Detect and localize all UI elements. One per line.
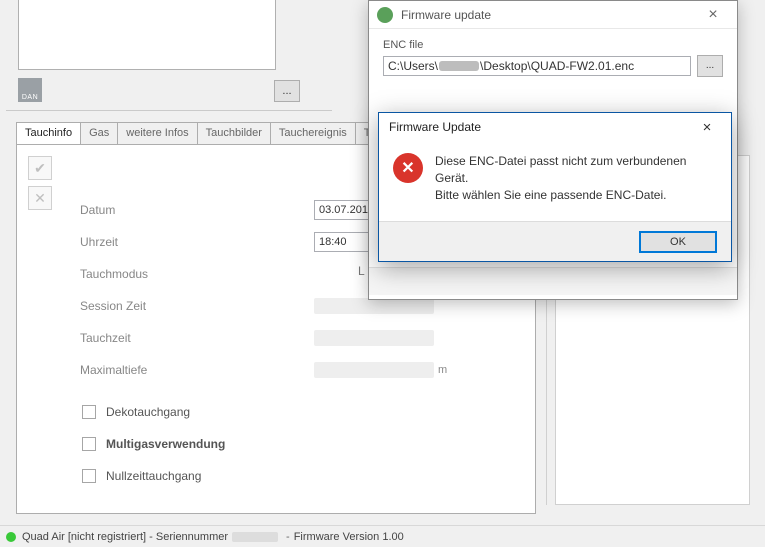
enc-file-browse-button[interactable]: ...	[697, 55, 723, 77]
checkbox-label-nullzeittauchgang: Nullzeittauchgang	[106, 469, 201, 483]
separator	[6, 110, 332, 111]
path-suffix: \Desktop\QUAD-FW2.01.enc	[480, 57, 634, 75]
firmware-title: Firmware update	[401, 8, 697, 22]
status-text-post: Firmware Version 1.00	[294, 531, 404, 543]
status-sep: -	[286, 531, 290, 543]
alert-close-button[interactable]: ×	[693, 119, 721, 136]
tab-gas[interactable]: Gas	[80, 122, 118, 144]
tabstrip: Tauchinfo Gas weitere Infos Tauchbilder …	[16, 122, 401, 144]
tab-tauchbilder[interactable]: Tauchbilder	[197, 122, 271, 144]
alert-titlebar: Firmware Update ×	[379, 113, 731, 141]
label-uhrzeit: Uhrzeit	[80, 235, 210, 249]
firmware-close-button[interactable]: ×	[697, 6, 729, 24]
path-prefix: C:\Users\	[388, 57, 438, 75]
status-serial-redacted	[232, 532, 278, 542]
status-connected-icon	[6, 532, 16, 542]
firmware-app-icon	[377, 7, 393, 23]
checkbox-nullzeittauchgang[interactable]	[82, 469, 96, 483]
statusbar: Quad Air [nicht registriert] - Seriennum…	[0, 525, 765, 547]
tab-tauchereignis[interactable]: Tauchereignis	[270, 122, 356, 144]
checkbox-label-multigasverwendung: Multigasverwendung	[106, 437, 225, 451]
alert-ok-button[interactable]: OK	[639, 231, 717, 253]
unit-m: m	[438, 364, 447, 376]
checkbox-multigasverwendung[interactable]	[82, 437, 96, 451]
enc-file-label: ENC file	[383, 39, 723, 51]
error-icon: ✕	[393, 153, 423, 183]
path-redacted	[439, 61, 479, 71]
status-text-pre: Quad Air [nicht registriert] - Seriennum…	[22, 531, 228, 543]
firmware-titlebar: Firmware update ×	[369, 1, 737, 29]
alert-title: Firmware Update	[389, 120, 693, 134]
label-maximaltiefe: Maximaltiefe	[80, 363, 210, 377]
alert-line1: Diese ENC-Datei passt nicht zum verbunde…	[435, 154, 686, 185]
cancel-button[interactable]: ✕	[28, 186, 52, 210]
firmware-bottom-panel	[369, 267, 737, 295]
firmware-error-dialog: Firmware Update × ✕ Diese ENC-Datei pass…	[378, 112, 732, 262]
dan-logo: DAN	[18, 78, 42, 102]
label-tauchzeit: Tauchzeit	[80, 331, 210, 345]
checkbox-label-dekotauchgang: Dekotauchgang	[106, 405, 190, 419]
value-session-zeit	[314, 298, 434, 314]
value-tauchzeit	[314, 330, 434, 346]
image-browse-button[interactable]: ...	[274, 80, 300, 102]
alert-footer: OK	[379, 221, 731, 261]
checkbox-dekotauchgang[interactable]	[82, 405, 96, 419]
tab-weitere-infos[interactable]: weitere Infos	[117, 122, 197, 144]
alert-message: Diese ENC-Datei passt nicht zum verbunde…	[435, 153, 717, 203]
value-maximaltiefe	[314, 362, 434, 378]
enc-file-path-input[interactable]: C:\Users\ \Desktop\QUAD-FW2.01.enc	[383, 56, 691, 76]
label-session-zeit: Session Zeit	[80, 299, 210, 313]
label-datum: Datum	[80, 203, 210, 217]
label-tauchmodus: Tauchmodus	[80, 267, 210, 281]
image-placeholder-box	[18, 0, 276, 70]
confirm-button[interactable]: ✔	[28, 156, 52, 180]
alert-line2: Bitte wählen Sie eine passende ENC-Datei…	[435, 188, 666, 202]
tab-tauchinfo[interactable]: Tauchinfo	[16, 122, 81, 144]
